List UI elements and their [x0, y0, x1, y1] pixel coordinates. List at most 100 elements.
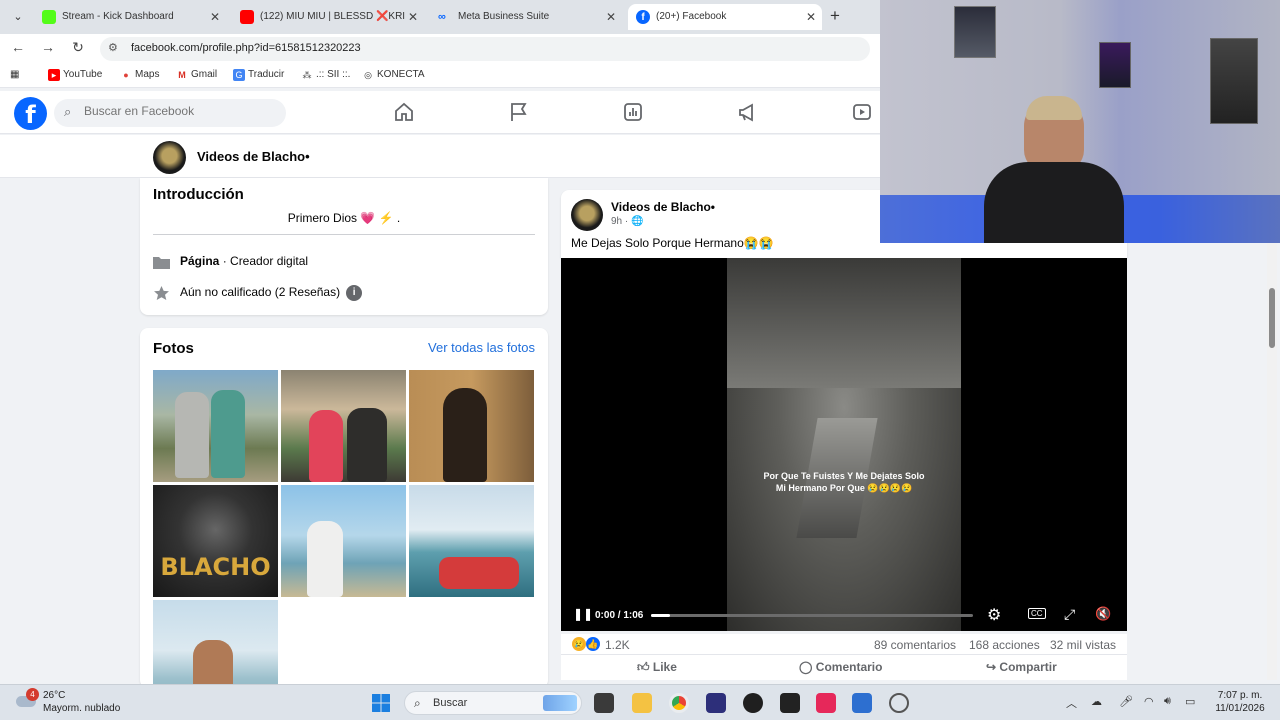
tab-title: (122) MIU MIU | BLESSD ❌KRI — [260, 11, 406, 22]
task-view-icon[interactable] — [594, 693, 614, 713]
see-all-photos-link[interactable]: Ver todas las fotos — [428, 340, 535, 355]
chrome-icon[interactable] — [669, 693, 689, 713]
facebook-logo-icon[interactable]: f — [14, 97, 47, 130]
megaphone-icon[interactable] — [737, 101, 759, 123]
tab-close-icon[interactable]: ✕ — [606, 4, 616, 30]
apps-grid-icon[interactable]: ▦ — [10, 69, 19, 80]
search-input[interactable] — [84, 104, 274, 118]
volume-icon[interactable]: 🔊︎ — [1164, 695, 1171, 708]
avatar[interactable] — [571, 199, 603, 231]
facebook-top-bar: f ⌕ — [0, 91, 880, 134]
tiktok-icon[interactable] — [816, 693, 836, 713]
weather-temperature[interactable]: 26°C — [43, 690, 65, 701]
reload-icon[interactable]: ↻ — [68, 39, 88, 56]
tab-meta-business-suite[interactable]: ∞ Meta Business Suite ✕ — [430, 4, 622, 30]
tab-close-icon[interactable]: ✕ — [408, 4, 418, 30]
wifi-icon[interactable]: ◠ — [1144, 695, 1154, 708]
tab-youtube-video[interactable]: (122) MIU MIU | BLESSD ❌KRI ✕ — [232, 4, 424, 30]
comments-count[interactable]: 89 comentarios — [874, 638, 956, 652]
reactions-count[interactable]: 1.2K — [605, 638, 630, 652]
cloud-sync-icon[interactable]: ☁ — [1091, 695, 1102, 708]
mute-icon[interactable]: 🔇 — [1095, 606, 1111, 622]
forward-arrow-icon[interactable]: → — [38, 39, 58, 55]
microphone-icon[interactable]: 🎤︎ — [1119, 695, 1133, 708]
kick-icon — [42, 10, 56, 24]
comment-button[interactable]: ◯ Comentario — [799, 660, 882, 674]
photo-thumbnail[interactable] — [153, 370, 278, 482]
captions-icon[interactable]: CC — [1028, 608, 1046, 619]
photo-thumbnail[interactable] — [281, 370, 406, 482]
taskbar-clock[interactable]: 7:07 p. m. 11/01/2026 — [1208, 689, 1272, 715]
search-icon: ⌕ — [414, 696, 421, 710]
store-icon[interactable] — [852, 693, 872, 713]
post-actions: 👍︎ Like ◯ Comentario ↪ Compartir — [561, 654, 1127, 680]
photo-thumbnail[interactable]: BLACHO — [153, 485, 278, 597]
pause-icon[interactable]: ❚❚ — [573, 607, 593, 621]
sad-reaction-icon: 😢 — [572, 637, 586, 651]
windows-start-icon[interactable] — [371, 693, 391, 713]
page-scrollbar[interactable] — [1267, 243, 1277, 680]
bookmark-youtube[interactable]: ▸ YouTube — [48, 69, 102, 81]
url-text[interactable]: facebook.com/profile.php?id=615815123202… — [131, 42, 361, 54]
back-arrow-icon[interactable]: ← — [8, 39, 28, 55]
bookmark-traducir[interactable]: G Traducir — [233, 69, 284, 81]
bookmark-label: KONECTA — [377, 69, 425, 80]
file-explorer-icon[interactable] — [632, 693, 652, 713]
post-timestamp[interactable]: 9h · 🌐 — [611, 216, 643, 227]
tab-close-icon[interactable]: ✕ — [210, 4, 220, 30]
bookmark-sii[interactable]: ⁂ .:: SII ::. — [301, 69, 351, 80]
fullscreen-icon[interactable]: ⤢ — [1064, 606, 1075, 623]
folder-icon — [153, 256, 170, 269]
capcut-icon[interactable] — [780, 693, 800, 713]
bookmarks-bar: ▦ ▸ YouTube ● Maps M Gmail G Traducir ⁂ … — [0, 64, 880, 88]
site-settings-icon[interactable]: ⚙ — [108, 41, 118, 54]
photo-thumbnail[interactable] — [409, 485, 534, 597]
photo-thumbnail[interactable] — [409, 370, 534, 482]
facebook-icon: f — [636, 10, 650, 24]
bookmark-maps[interactable]: ● Maps — [120, 69, 159, 80]
tab-search-menu-button[interactable]: ⌄ — [8, 7, 28, 27]
chevron-up-icon[interactable]: ︿ — [1066, 695, 1077, 711]
obs-icon[interactable] — [743, 693, 763, 713]
settings-gear-icon[interactable] — [889, 693, 909, 713]
intro-title: Introducción — [153, 186, 244, 203]
youtube-icon: ▸ — [48, 69, 60, 81]
tab-title: Stream - Kick Dashboard — [62, 11, 174, 22]
post-time-text: 9h · — [611, 216, 632, 227]
video-icon[interactable] — [851, 101, 873, 123]
new-tab-button[interactable]: + — [830, 6, 840, 26]
wall-poster — [954, 6, 996, 58]
url-field[interactable]: ⚙ facebook.com/profile.php?id=6158151232… — [100, 37, 870, 61]
tab-title: Meta Business Suite — [458, 11, 550, 22]
star-icon — [154, 286, 169, 300]
bookmark-gmail[interactable]: M Gmail — [176, 69, 217, 80]
scrollbar-thumb[interactable] — [1269, 288, 1275, 348]
home-icon[interactable] — [393, 101, 415, 123]
settings-gear-icon[interactable]: ⚙ — [987, 605, 1001, 625]
like-reaction-icon: 👍 — [586, 637, 600, 651]
avatar[interactable] — [153, 141, 186, 174]
info-icon[interactable]: i — [346, 285, 363, 301]
shares-count[interactable]: 168 acciones — [969, 638, 1040, 652]
video-progress-bar[interactable] — [651, 614, 973, 617]
tab-close-icon[interactable]: ✕ — [806, 4, 816, 30]
battery-icon[interactable]: ▭ — [1185, 695, 1195, 708]
chart-icon[interactable] — [622, 101, 644, 123]
youtube-icon — [240, 10, 254, 24]
share-button[interactable]: ↪ Compartir — [986, 660, 1057, 674]
video-scene — [727, 258, 961, 388]
category-value: · Creador digital — [219, 254, 309, 268]
like-button[interactable]: 👍︎ Like — [637, 660, 677, 675]
taskbar-search[interactable]: ⌕ Buscar — [404, 691, 582, 715]
tab-facebook[interactable]: f (20+) Facebook ✕ — [628, 4, 822, 30]
video-player[interactable]: Por Que Te Fuistes Y Me Dejates Solo Mi … — [561, 258, 1127, 631]
weather-description[interactable]: Mayorm. nublado — [43, 703, 120, 714]
post-author[interactable]: Videos de Blacho• — [611, 200, 715, 214]
photo-thumbnail[interactable] — [281, 485, 406, 597]
bookmark-konecta[interactable]: ◎ KONECTA — [362, 69, 425, 80]
profile-name[interactable]: Videos de Blacho• — [197, 149, 310, 164]
tab-kick-dashboard[interactable]: Stream - Kick Dashboard ✕ — [34, 4, 226, 30]
flag-icon[interactable] — [508, 101, 530, 123]
app-icon[interactable] — [706, 693, 726, 713]
facebook-search[interactable]: ⌕ — [54, 99, 286, 127]
